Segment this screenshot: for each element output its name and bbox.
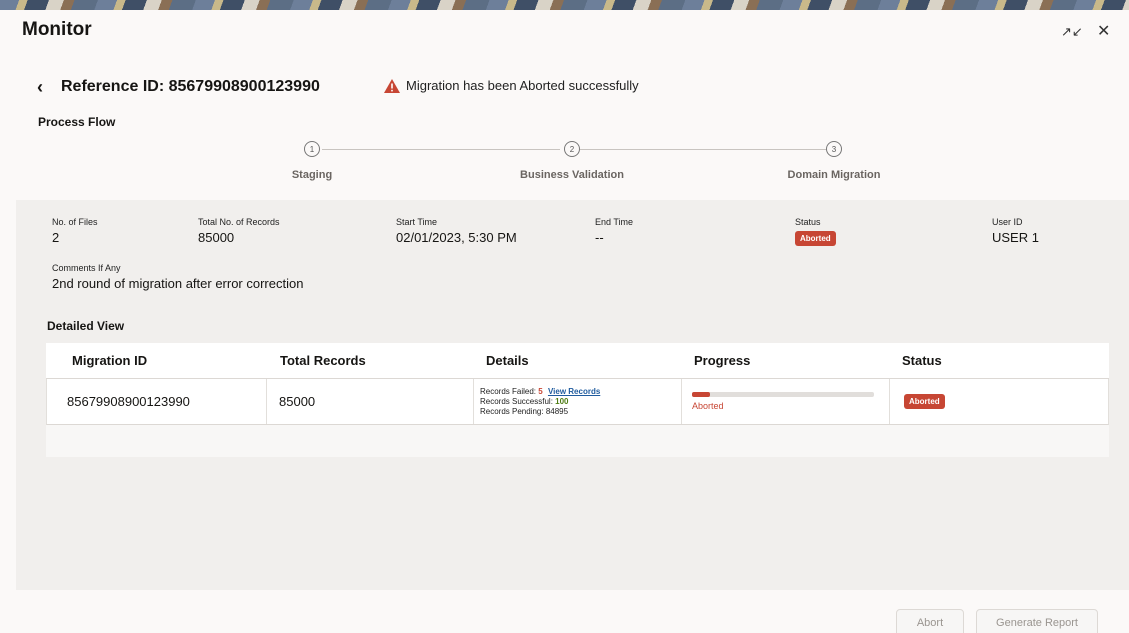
reference-header: ‹ Reference ID: 85679908900123990 xyxy=(37,77,320,97)
reference-id: Reference ID: 85679908900123990 xyxy=(61,78,320,95)
progress-bar xyxy=(692,392,874,397)
comments-label: Comments If Any xyxy=(52,263,121,273)
records-failed-value: 5 xyxy=(538,386,543,396)
cell-details: Records Failed: 5 View Records Records S… xyxy=(474,379,682,424)
migration-table: Migration ID Total Records Details Progr… xyxy=(46,343,1109,457)
step-connector xyxy=(580,149,826,150)
start-time-field: Start Time 02/01/2023, 5:30 PM xyxy=(396,217,517,245)
files-field: No. of Files 2 xyxy=(52,217,98,245)
process-stepper: 1 2 3 Staging Business Validation Domain… xyxy=(0,140,1129,186)
abort-button[interactable]: Abort xyxy=(896,609,964,633)
table-empty-row xyxy=(46,425,1109,457)
user-value: USER 1 xyxy=(992,230,1039,245)
end-time-field: End Time -- xyxy=(595,217,633,245)
start-time-value: 02/01/2023, 5:30 PM xyxy=(396,230,517,245)
end-time-label: End Time xyxy=(595,217,634,227)
records-successful-line: Records Successful: 100 xyxy=(480,397,569,407)
files-label: No. of Files xyxy=(52,217,98,227)
column-status: Status xyxy=(902,353,942,368)
window-title: Monitor xyxy=(22,19,92,40)
start-time-label: Start Time xyxy=(396,217,438,227)
step-connector xyxy=(322,149,560,150)
detailed-view-title: Detailed View xyxy=(47,319,125,333)
records-pending-label: Records Pending: xyxy=(480,406,544,416)
records-successful-label: Records Successful: xyxy=(480,396,553,406)
column-total-records: Total Records xyxy=(280,353,366,368)
column-details: Details xyxy=(486,353,529,368)
status-field: Status Aborted xyxy=(795,217,836,246)
alert-text: Migration has been Aborted successfully xyxy=(406,78,639,93)
progress-fill xyxy=(692,392,711,397)
cell-progress: Aborted xyxy=(682,379,890,424)
cell-total-records: 85000 xyxy=(267,379,474,424)
step-3-label: Domain Migration xyxy=(787,169,881,181)
decorative-header-band xyxy=(0,0,1129,10)
step-1-circle: 1 xyxy=(304,141,320,157)
cell-status: Aborted xyxy=(890,379,1108,424)
table-row[interactable]: 85679908900123990 85000 Records Failed: … xyxy=(46,379,1109,425)
process-flow-title: Process Flow xyxy=(38,115,116,129)
status-label: Status xyxy=(795,217,821,227)
records-value: 85000 xyxy=(198,230,235,245)
close-icon[interactable]: ✕ xyxy=(1097,22,1110,42)
records-failed-label: Records Failed: xyxy=(480,386,537,396)
status-badge: Aborted xyxy=(795,231,836,246)
warning-icon xyxy=(384,78,400,93)
view-records-link[interactable]: View Records xyxy=(548,387,600,396)
comments-value: 2nd round of migration after error corre… xyxy=(52,276,304,291)
minimize-icon[interactable]: ↗↙ xyxy=(1061,22,1083,42)
records-field: Total No. of Records 85000 xyxy=(198,217,280,245)
records-failed-line: Records Failed: 5 View Records xyxy=(480,387,600,397)
end-time-value: -- xyxy=(595,230,604,245)
progress-status-text: Aborted xyxy=(692,401,724,411)
generate-report-button[interactable]: Generate Report xyxy=(976,609,1098,633)
records-pending-value: 84895 xyxy=(545,406,569,416)
user-label: User ID xyxy=(992,217,1023,227)
table-header: Migration ID Total Records Details Progr… xyxy=(46,343,1109,379)
records-pending-line: Records Pending: 84895 xyxy=(480,407,568,417)
files-value: 2 xyxy=(52,230,60,245)
comments-field: Comments If Any 2nd round of migration a… xyxy=(52,263,303,291)
user-field: User ID USER 1 xyxy=(992,217,1039,245)
column-migration-id: Migration ID xyxy=(72,353,148,368)
abort-alert: Migration has been Aborted successfully xyxy=(384,78,639,93)
column-progress: Progress xyxy=(694,353,751,368)
back-chevron-icon[interactable]: ‹ xyxy=(37,77,53,97)
step-2-circle: 2 xyxy=(564,141,580,157)
records-successful-value: 100 xyxy=(555,396,569,406)
cell-migration-id: 85679908900123990 xyxy=(47,379,267,424)
step-1-label: Staging xyxy=(291,169,333,181)
step-3-circle: 3 xyxy=(826,141,842,157)
row-status-badge: Aborted xyxy=(904,394,945,409)
step-2-label: Business Validation xyxy=(520,169,624,181)
records-label: Total No. of Records xyxy=(198,217,280,227)
